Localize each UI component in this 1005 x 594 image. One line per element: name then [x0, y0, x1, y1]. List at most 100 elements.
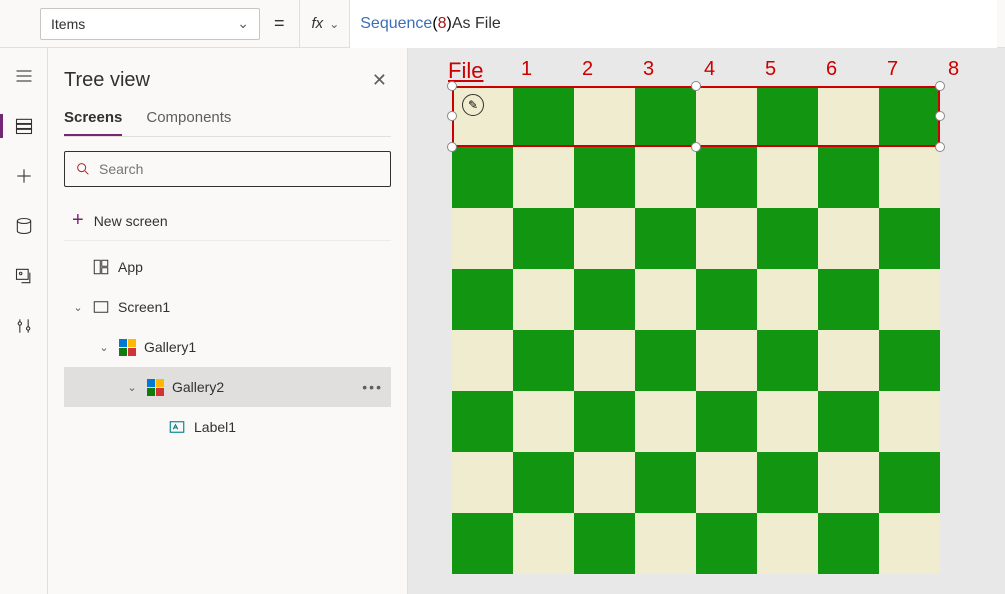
board-square	[696, 452, 757, 513]
more-icon[interactable]: •••	[362, 379, 383, 395]
tree-item-label1[interactable]: Label1	[64, 407, 391, 447]
board-square	[452, 147, 513, 208]
board-square	[635, 513, 696, 574]
board-square	[879, 147, 940, 208]
chevron-down-icon: ⌄	[126, 381, 138, 394]
board-square	[757, 269, 818, 330]
board-square	[452, 269, 513, 330]
chevron-down-icon: ⌄	[72, 301, 84, 314]
board-square	[818, 391, 879, 452]
media-icon[interactable]	[8, 260, 40, 292]
board-square	[574, 452, 635, 513]
resize-handle[interactable]	[935, 142, 945, 152]
equals-sign: =	[274, 13, 285, 34]
insert-icon[interactable]	[8, 160, 40, 192]
ruler-mark: 3	[618, 58, 679, 81]
search-icon	[75, 161, 91, 177]
ruler-mark: 2	[557, 58, 618, 81]
board-square	[635, 208, 696, 269]
board-square	[696, 147, 757, 208]
gallery-icon	[146, 378, 164, 396]
board-square	[818, 208, 879, 269]
resize-handle[interactable]	[691, 142, 701, 152]
board-square	[452, 86, 513, 147]
resize-handle[interactable]	[935, 81, 945, 91]
ruler-label: File	[448, 58, 483, 84]
tree-view-icon[interactable]	[8, 110, 40, 142]
chessboard	[452, 86, 940, 574]
property-dropdown[interactable]: Items ⌄	[40, 8, 260, 40]
search-box[interactable]	[64, 151, 391, 187]
board-square	[818, 513, 879, 574]
fx-button[interactable]: fx ⌄	[299, 0, 351, 48]
tree-item-label: Gallery2	[172, 379, 224, 395]
formula-arg: 8	[438, 15, 447, 33]
resize-handle[interactable]	[691, 81, 701, 91]
tree-item-label: Gallery1	[144, 339, 196, 355]
board-square	[757, 86, 818, 147]
tree-tabs: Screens Components	[64, 109, 391, 137]
resize-handle[interactable]	[447, 111, 457, 121]
tree-item-gallery1[interactable]: ⌄ Gallery1	[64, 327, 391, 367]
board-square	[574, 208, 635, 269]
board-square	[574, 330, 635, 391]
chevron-down-icon: ⌄	[98, 341, 110, 354]
tree-item-gallery2[interactable]: ⌄ Gallery2 •••	[64, 367, 391, 407]
board-square	[879, 208, 940, 269]
label-icon	[168, 418, 186, 436]
close-icon[interactable]: ✕	[368, 66, 391, 95]
board-square	[879, 330, 940, 391]
tree-item-screen1[interactable]: ⌄ Screen1	[64, 287, 391, 327]
board-square	[696, 86, 757, 147]
board-square	[818, 86, 879, 147]
board-square	[757, 452, 818, 513]
data-icon[interactable]	[8, 210, 40, 242]
board-square	[452, 330, 513, 391]
resize-handle[interactable]	[447, 142, 457, 152]
board-square	[513, 330, 574, 391]
new-screen-button[interactable]: + New screen	[64, 201, 391, 241]
board-square	[452, 452, 513, 513]
chevron-down-icon: ⌄	[237, 15, 249, 32]
ruler-mark: 7	[862, 58, 923, 81]
resize-handle[interactable]	[935, 111, 945, 121]
board-square	[757, 208, 818, 269]
edit-pencil-icon[interactable]: ✎	[462, 94, 484, 116]
canvas[interactable]: File 1 2 3 4 5 6 7 8 ✎	[408, 48, 1005, 594]
board-square	[513, 86, 574, 147]
board-square	[635, 452, 696, 513]
ruler-mark: 5	[740, 58, 801, 81]
hamburger-icon[interactable]	[8, 60, 40, 92]
board-square	[757, 513, 818, 574]
chevron-down-icon: ⌄	[329, 17, 339, 31]
formula-input[interactable]: Sequence(8) As File	[350, 0, 997, 48]
board-square	[757, 391, 818, 452]
tree-item-app[interactable]: App	[64, 247, 391, 287]
tab-screens[interactable]: Screens	[64, 109, 122, 136]
board-square	[452, 391, 513, 452]
property-dropdown-value: Items	[51, 16, 85, 32]
formula-function: Sequence	[360, 15, 432, 33]
tab-components[interactable]: Components	[146, 109, 231, 136]
fx-label: fx	[312, 15, 324, 32]
board-square	[574, 513, 635, 574]
ruler-mark: 6	[801, 58, 862, 81]
board-square	[879, 86, 940, 147]
board-square	[574, 391, 635, 452]
board-square	[696, 208, 757, 269]
board-square	[574, 86, 635, 147]
app-icon	[92, 258, 110, 276]
resize-handle[interactable]	[447, 81, 457, 91]
left-rail	[0, 48, 48, 594]
board-square	[513, 513, 574, 574]
board-square	[513, 452, 574, 513]
board-square	[452, 208, 513, 269]
tree-panel: Tree view ✕ Screens Components + New scr…	[48, 48, 408, 594]
board-square	[452, 513, 513, 574]
formula-bar: Items ⌄ = fx ⌄ Sequence(8) As File	[0, 0, 1005, 48]
board-square	[513, 391, 574, 452]
board-square	[635, 269, 696, 330]
search-input[interactable]	[99, 161, 380, 177]
tools-icon[interactable]	[8, 310, 40, 342]
board-square	[879, 452, 940, 513]
